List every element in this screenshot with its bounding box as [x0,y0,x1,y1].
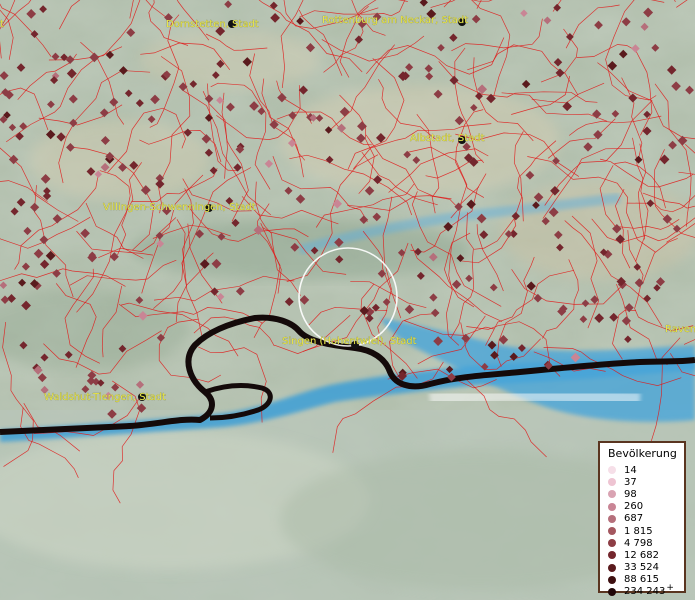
city-label-raven: Raven [665,324,695,335]
terrain-layer [0,0,695,600]
city-label-rottenburg: Rottenburg am Neckar, Stadt [322,15,468,26]
legend-item: 37 [608,476,678,488]
city-label-albstadt: Albstadt, Stadt [410,133,485,144]
legend-label: 37 [624,476,637,488]
legend-label: 12 682 [624,549,659,561]
legend-label: 4 798 [624,537,653,549]
legend-item: 1 815 [608,525,678,537]
city-label-left-edge: t [0,19,4,30]
legend-label: 1 815 [624,525,653,537]
legend-swatch [608,478,616,487]
legend-label: 88 615 [624,574,659,586]
legend-panel: Bevölkerung 14 37 98 260 687 1 815 4 798… [598,441,686,597]
legend-swatch [608,502,616,511]
legend-swatch [608,514,616,523]
legend-item: 687 [608,513,678,525]
legend-item: 12 682 [608,549,678,561]
legend-title: Bevölkerung [608,447,677,460]
legend-label: 14 [624,464,637,476]
city-label-villingen: Villingen-Schwenningen, Stadt [103,202,256,213]
legend-swatch [608,575,616,584]
legend-label: 98 [624,488,637,500]
city-label-dornstetten: Dornstetten, Stadt [166,19,259,30]
legend-label: 260 [624,501,644,513]
legend-swatch [608,563,616,572]
legend-item: 260 [608,501,678,513]
legend-swatch [608,539,616,548]
legend-item: 234 243 + [608,582,678,598]
legend-label: 234 243 [624,586,666,598]
legend-label: 33 524 [624,562,659,574]
legend-label: 687 [624,513,644,525]
map-canvas[interactable]: Dornstetten, Stadt Rottenburg am Neckar,… [0,0,695,600]
legend-swatch [608,466,616,475]
legend-plus-mark: + [666,582,674,593]
legend-item: 4 798 [608,537,678,549]
legend-swatch [608,551,616,560]
legend-item: 33 524 [608,562,678,574]
city-label-singen: Singen (Hohentwiel), Stadt [282,336,417,347]
legend-swatch [608,587,616,596]
legend-swatch [608,490,616,499]
legend-swatch [608,527,616,536]
legend-item: 98 [608,488,678,500]
legend-item: 14 [608,464,678,476]
city-label-waldshut: Waldshut-Tiengen, Stadt [44,392,166,403]
